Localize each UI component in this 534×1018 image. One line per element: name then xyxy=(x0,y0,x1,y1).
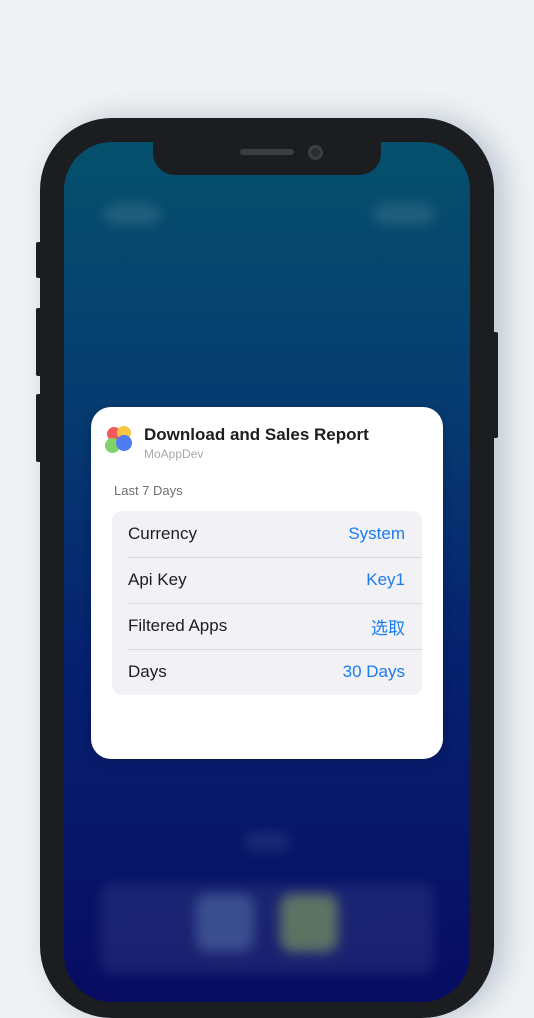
notch xyxy=(153,142,381,175)
volume-down-button xyxy=(36,394,42,462)
volume-up-button xyxy=(36,308,42,376)
setting-label: Api Key xyxy=(128,570,187,589)
dock-blur xyxy=(100,884,434,974)
dock-app-icon-blur xyxy=(196,894,254,952)
setting-label: Currency xyxy=(128,524,197,543)
widget-title: Download and Sales Report xyxy=(144,425,369,444)
setting-label: Filtered Apps xyxy=(128,616,228,635)
period-label: Last 7 Days xyxy=(114,483,183,498)
settings-list: Currency System Api Key Key1 Filtered Ap… xyxy=(112,511,422,695)
mute-switch xyxy=(36,242,42,278)
setting-value[interactable]: System xyxy=(348,524,405,544)
dock-app-icon-blur xyxy=(280,894,338,952)
setting-row-filtered-apps[interactable]: Filtered Apps 选取 xyxy=(112,603,422,649)
setting-row-days[interactable]: Days 30 Days xyxy=(112,649,422,695)
setting-row-api-key[interactable]: Api Key Key1 xyxy=(112,557,422,603)
widget-config-card: Download and Sales Report MoAppDev Last … xyxy=(91,407,443,759)
setting-row-currency[interactable]: Currency System xyxy=(112,511,422,557)
setting-value[interactable]: 30 Days xyxy=(343,662,405,682)
developer-name: MoAppDev xyxy=(144,447,204,461)
setting-label: Days xyxy=(128,662,167,681)
page-dots-blur xyxy=(244,832,290,852)
setting-value[interactable]: 选取 xyxy=(371,614,405,639)
status-bar-icons-blur xyxy=(374,204,434,224)
status-bar-time-blur xyxy=(104,204,160,224)
app-icon xyxy=(103,424,137,458)
speaker-grille xyxy=(240,149,294,155)
power-button xyxy=(492,332,498,438)
front-camera xyxy=(308,145,323,160)
setting-value[interactable]: Key1 xyxy=(366,570,405,590)
